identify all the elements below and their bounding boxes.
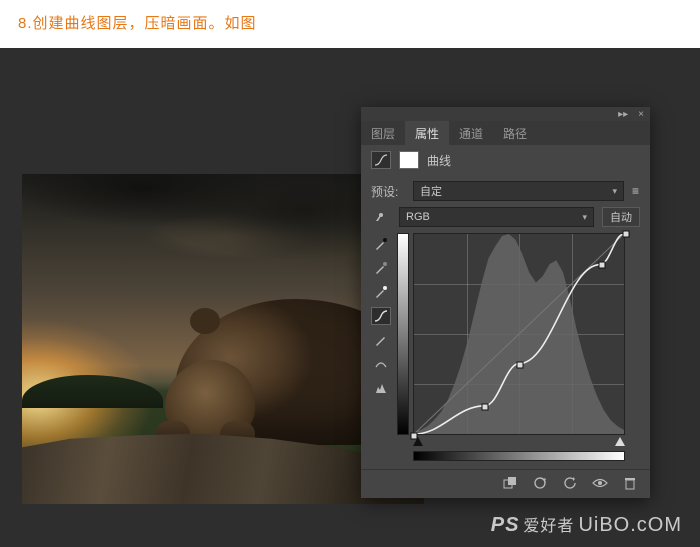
reset-icon[interactable] bbox=[562, 476, 578, 490]
auto-button[interactable]: 自动 bbox=[602, 207, 640, 227]
watermark: PS 爱好者 UiBO.cOM bbox=[491, 512, 682, 537]
tone-curve[interactable] bbox=[414, 234, 624, 434]
curve-point[interactable] bbox=[623, 231, 630, 238]
adjustment-header: 曲线 bbox=[361, 145, 650, 175]
smooth-curve-icon[interactable] bbox=[371, 307, 391, 325]
preset-value: 自定 bbox=[420, 183, 442, 199]
eyedropper-black-icon[interactable] bbox=[371, 235, 391, 253]
visibility-icon[interactable] bbox=[592, 476, 608, 490]
panel-topbar: ▸▸ × bbox=[361, 107, 650, 121]
black-point-handle[interactable] bbox=[413, 437, 423, 446]
channel-select[interactable]: RGB ▾ bbox=[399, 207, 594, 227]
trash-icon[interactable] bbox=[622, 476, 638, 490]
panel-close-icon[interactable]: × bbox=[638, 109, 644, 120]
eyedropper-gray-icon[interactable] bbox=[371, 259, 391, 277]
eyedropper-white-icon[interactable] bbox=[371, 283, 391, 301]
histogram-toggle-icon[interactable] bbox=[371, 379, 391, 397]
curves-grid[interactable] bbox=[413, 233, 625, 435]
targeted-adjust-icon[interactable] bbox=[371, 208, 391, 226]
watermark-site: UiBO.cOM bbox=[578, 514, 682, 537]
adjustment-type-label: 曲线 bbox=[427, 152, 451, 169]
smooth-tool-icon[interactable] bbox=[371, 355, 391, 373]
tab-layers[interactable]: 图层 bbox=[361, 121, 405, 145]
bear-ear bbox=[190, 308, 220, 334]
watermark-cn: 爱好者 bbox=[523, 512, 574, 536]
view-previous-icon[interactable] bbox=[532, 476, 548, 490]
editor-workspace: PS 爱好者 UiBO.cOM ▸▸ × 图层 属性 通道 路径 曲线 预设: … bbox=[0, 48, 700, 547]
chevron-down-icon: ▾ bbox=[582, 212, 587, 223]
input-gradient bbox=[413, 451, 625, 461]
clip-to-layer-icon[interactable] bbox=[502, 476, 518, 490]
curve-point[interactable] bbox=[482, 404, 489, 411]
curve-area bbox=[397, 233, 640, 461]
tab-properties[interactable]: 属性 bbox=[405, 121, 449, 145]
channel-row: RGB ▾ 自动 bbox=[361, 207, 650, 233]
layer-mask-icon[interactable] bbox=[399, 151, 419, 169]
white-point-handle[interactable] bbox=[615, 437, 625, 446]
watermark-ps: PS bbox=[491, 514, 520, 537]
tab-channels[interactable]: 通道 bbox=[449, 121, 493, 145]
preset-select[interactable]: 自定 ▾ bbox=[413, 181, 624, 201]
curves-body bbox=[361, 233, 650, 469]
preset-row: 预设: 自定 ▾ ≡ bbox=[361, 175, 650, 207]
curves-adjustment-icon bbox=[371, 151, 391, 169]
tab-paths[interactable]: 路径 bbox=[493, 121, 537, 145]
curve-point[interactable] bbox=[517, 361, 524, 368]
properties-panel: ▸▸ × 图层 属性 通道 路径 曲线 预设: 自定 ▾ ≡ bbox=[361, 107, 650, 498]
panel-menu-icon[interactable]: ▸▸ bbox=[618, 109, 628, 120]
output-gradient bbox=[397, 233, 409, 435]
preset-menu-icon[interactable]: ≡ bbox=[632, 184, 640, 198]
channel-value: RGB bbox=[406, 211, 430, 223]
panel-footer bbox=[361, 469, 650, 498]
panel-tabs: 图层 属性 通道 路径 bbox=[361, 121, 650, 145]
chevron-down-icon: ▾ bbox=[612, 186, 617, 197]
preset-label: 预设: bbox=[371, 183, 405, 200]
curve-point[interactable] bbox=[598, 261, 605, 268]
curve-side-tools bbox=[371, 233, 391, 461]
step-instruction: 8.创建曲线图层，压暗画面。如图 bbox=[0, 0, 700, 47]
pencil-icon[interactable] bbox=[371, 331, 391, 349]
input-slider[interactable] bbox=[413, 437, 625, 451]
